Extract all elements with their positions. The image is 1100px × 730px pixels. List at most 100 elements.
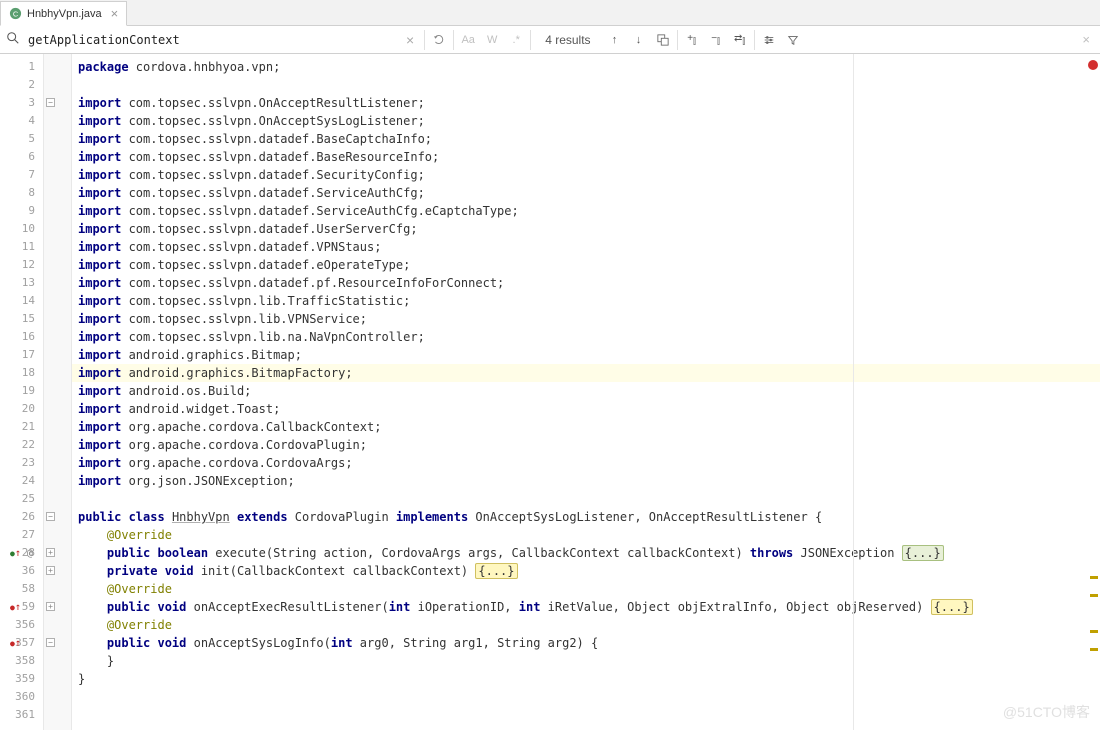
line-number: 4 [0,112,43,130]
code-line[interactable]: import org.json.JSONException; [72,472,1100,490]
line-number: 7 [0,166,43,184]
code-line[interactable]: @Override [72,580,1100,598]
line-number: 356 [0,616,43,634]
code-line[interactable]: @Override [72,526,1100,544]
code-line[interactable]: import android.graphics.BitmapFactory; [72,364,1100,382]
code-line[interactable]: import com.topsec.sslvpn.lib.VPNService; [72,310,1100,328]
warning-marker[interactable] [1090,630,1098,633]
regex-button[interactable]: .* [504,28,528,52]
code-line[interactable]: import org.apache.cordova.CordovaPlugin; [72,436,1100,454]
code-line[interactable]: import com.topsec.sslvpn.datadef.VPNStau… [72,238,1100,256]
line-number: 24 [0,472,43,490]
line-number: 1 [0,58,43,76]
code-line[interactable] [72,706,1100,724]
code-line[interactable]: import com.topsec.sslvpn.datadef.UserSer… [72,220,1100,238]
code-line[interactable]: import com.topsec.sslvpn.datadef.Service… [72,184,1100,202]
warning-marker[interactable] [1090,648,1098,651]
gutter-mark-icon[interactable]: ●↑ [10,635,21,653]
code-line[interactable]: public void onAcceptSysLogInfo(int arg0,… [72,634,1100,652]
code-line[interactable]: import com.topsec.sslvpn.lib.TrafficStat… [72,292,1100,310]
expand-fold-icon[interactable]: + [46,566,55,575]
line-number: 361 [0,706,43,724]
tab-close-icon[interactable]: × [111,6,119,21]
filter-button[interactable] [781,28,805,52]
code-line[interactable]: import com.topsec.sslvpn.OnAcceptResultL… [72,94,1100,112]
search-input[interactable] [28,26,398,53]
collapse-fold-icon[interactable]: − [46,98,55,107]
code-line[interactable]: } [72,652,1100,670]
warning-marker[interactable] [1090,594,1098,597]
code-line[interactable]: import com.topsec.sslvpn.lib.na.NaVpnCon… [72,328,1100,346]
line-number: 15 [0,310,43,328]
line-number: 359 [0,670,43,688]
line-number: 59●↑ [0,598,43,616]
file-tab[interactable]: C HnbhyVpn.java × [0,1,127,26]
code-line[interactable]: public void onAcceptExecResultListener(i… [72,598,1100,616]
clear-search-icon[interactable]: × [398,32,422,48]
code-line[interactable]: import com.topsec.sslvpn.OnAcceptSysLogL… [72,112,1100,130]
search-history-icon[interactable] [427,28,451,52]
right-margin-ruler [853,54,854,730]
code-editor[interactable]: 1234567891011121314151617181920212223242… [0,54,1100,730]
gutter-mark-icon[interactable]: ●↑ @ [10,545,33,563]
line-number: 23 [0,454,43,472]
line-number: 28●↑ @ [0,544,43,562]
add-selection-button[interactable]: +⫿ [680,28,704,52]
line-number: 25 [0,490,43,508]
code-line[interactable]: package cordova.hnbhyoa.vpn; [72,58,1100,76]
prev-match-button[interactable]: ↑ [603,28,627,52]
code-line[interactable]: private void init(CallbackContext callba… [72,562,1100,580]
code-line[interactable] [72,76,1100,94]
error-indicator-icon[interactable] [1088,60,1098,70]
code-line[interactable]: import com.topsec.sslvpn.datadef.BaseCap… [72,130,1100,148]
tab-filename: HnbhyVpn.java [27,8,102,20]
gutter-mark-icon[interactable]: ●↑ [10,599,21,617]
settings-button[interactable] [757,28,781,52]
line-number: 26 [0,508,43,526]
code-line[interactable]: import com.topsec.sslvpn.datadef.Securit… [72,166,1100,184]
next-match-button[interactable]: ↓ [627,28,651,52]
code-line[interactable]: public boolean execute(String action, Co… [72,544,1100,562]
svg-text:C: C [13,9,19,18]
code-line[interactable]: import com.topsec.sslvpn.datadef.eOperat… [72,256,1100,274]
warning-marker[interactable] [1090,576,1098,579]
line-number: 357●↑ [0,634,43,652]
select-all-occurrences-button[interactable]: ⇄⫿ [728,28,752,52]
code-line[interactable] [72,688,1100,706]
line-number: 36 [0,562,43,580]
words-button[interactable]: W [480,28,504,52]
select-all-button[interactable] [651,28,675,52]
code-line[interactable]: import android.graphics.Bitmap; [72,346,1100,364]
close-find-bar-icon[interactable]: × [1072,32,1100,47]
expand-fold-icon[interactable]: + [46,548,55,557]
line-number: 360 [0,688,43,706]
code-line[interactable]: import com.topsec.sslvpn.datadef.BaseRes… [72,148,1100,166]
code-line[interactable]: public class HnbhyVpn extends CordovaPlu… [72,508,1100,526]
code-line[interactable]: import org.apache.cordova.CordovaArgs; [72,454,1100,472]
code-line[interactable]: import android.os.Build; [72,382,1100,400]
expand-fold-icon[interactable]: + [46,602,55,611]
line-number: 19 [0,382,43,400]
code-line[interactable] [72,490,1100,508]
line-number: 6 [0,148,43,166]
code-line[interactable]: } [72,670,1100,688]
match-case-button[interactable]: Aa [456,28,480,52]
code-line[interactable]: import android.widget.Toast; [72,400,1100,418]
find-bar: × Aa W .* 4 results ↑ ↓ +⫿ −⫿ ⇄⫿ × [0,26,1100,54]
collapse-fold-icon[interactable]: − [46,638,55,647]
code-line[interactable]: import org.apache.cordova.CallbackContex… [72,418,1100,436]
error-stripe[interactable] [1088,54,1100,730]
line-number: 21 [0,418,43,436]
code-line[interactable]: @Override [72,616,1100,634]
remove-selection-button[interactable]: −⫿ [704,28,728,52]
collapse-fold-icon[interactable]: − [46,512,55,521]
line-number: 3 [0,94,43,112]
line-number: 11 [0,238,43,256]
line-number: 13 [0,274,43,292]
line-number: 12 [0,256,43,274]
code-line[interactable]: import com.topsec.sslvpn.datadef.pf.Reso… [72,274,1100,292]
line-number: 2 [0,76,43,94]
line-number: 10 [0,220,43,238]
code-line[interactable]: import com.topsec.sslvpn.datadef.Service… [72,202,1100,220]
code-area[interactable]: package cordova.hnbhyoa.vpn; import com.t… [72,54,1100,730]
